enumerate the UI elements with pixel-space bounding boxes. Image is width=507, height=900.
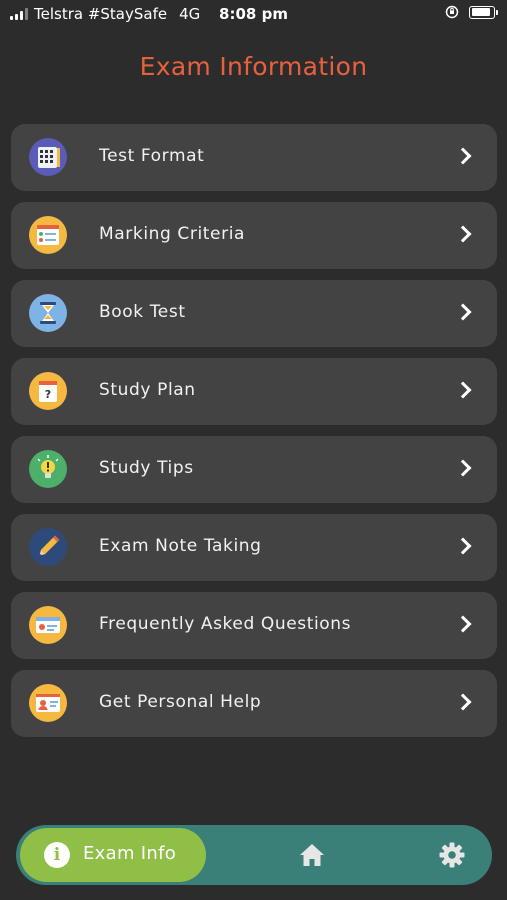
settings-icon[interactable] [438, 841, 466, 869]
menu-item-label: Book Test [99, 302, 186, 322]
menu-item-marking-criteria[interactable]: Marking Criteria [11, 202, 497, 269]
chevron-right-icon [454, 693, 472, 711]
chevron-right-icon [454, 303, 472, 321]
battery-icon [469, 5, 498, 19]
menu-item-label: Get Personal Help [99, 692, 262, 712]
faq-icon [29, 606, 67, 644]
orientation-lock-icon [445, 5, 459, 19]
page-title: Exam Information [139, 52, 368, 81]
svg-text:?: ? [45, 388, 51, 401]
personal-help-icon [29, 684, 67, 722]
menu-item-label: Test Format [99, 146, 205, 166]
nav-tab-exam-info[interactable]: i Exam Info [20, 828, 206, 882]
menu-item-study-tips[interactable]: Study Tips [11, 436, 497, 503]
pencil-icon [29, 528, 67, 566]
menu-item-exam-note-taking[interactable]: Exam Note Taking [11, 514, 497, 581]
menu-item-test-format[interactable]: Test Format [11, 124, 497, 191]
chevron-right-icon [454, 381, 472, 399]
menu-item-label: Frequently Asked Questions [99, 614, 352, 634]
nav-tab-label: Exam Info [83, 843, 177, 864]
menu-item-book-test[interactable]: Book Test [11, 280, 497, 347]
info-icon: i [44, 842, 70, 868]
chevron-right-icon [454, 225, 472, 243]
chevron-right-icon [454, 537, 472, 555]
menu-item-label: Exam Note Taking [99, 536, 262, 556]
exam-info-menu: Test Format Marking Criteria Book Test ?… [11, 124, 497, 748]
menu-item-label: Study Tips [99, 458, 194, 478]
menu-item-label: Study Plan [99, 380, 196, 400]
chevron-right-icon [454, 147, 472, 165]
status-bar: Telstra #StaySafe 4G 8:08 pm [0, 0, 507, 30]
menu-item-label: Marking Criteria [99, 224, 246, 244]
marking-criteria-icon [29, 216, 67, 254]
study-plan-icon: ? [29, 372, 67, 410]
chevron-right-icon [454, 615, 472, 633]
test-format-icon [29, 138, 67, 176]
menu-item-faq[interactable]: Frequently Asked Questions [11, 592, 497, 659]
home-icon[interactable] [298, 841, 326, 869]
menu-item-get-personal-help[interactable]: Get Personal Help [11, 670, 497, 737]
bottom-nav: i Exam Info [16, 825, 492, 885]
menu-item-study-plan[interactable]: ? Study Plan [11, 358, 497, 425]
hourglass-icon [29, 294, 67, 332]
lightbulb-icon [29, 450, 67, 488]
chevron-right-icon [454, 459, 472, 477]
status-right [445, 5, 498, 19]
status-time: 8:08 pm [219, 5, 288, 23]
